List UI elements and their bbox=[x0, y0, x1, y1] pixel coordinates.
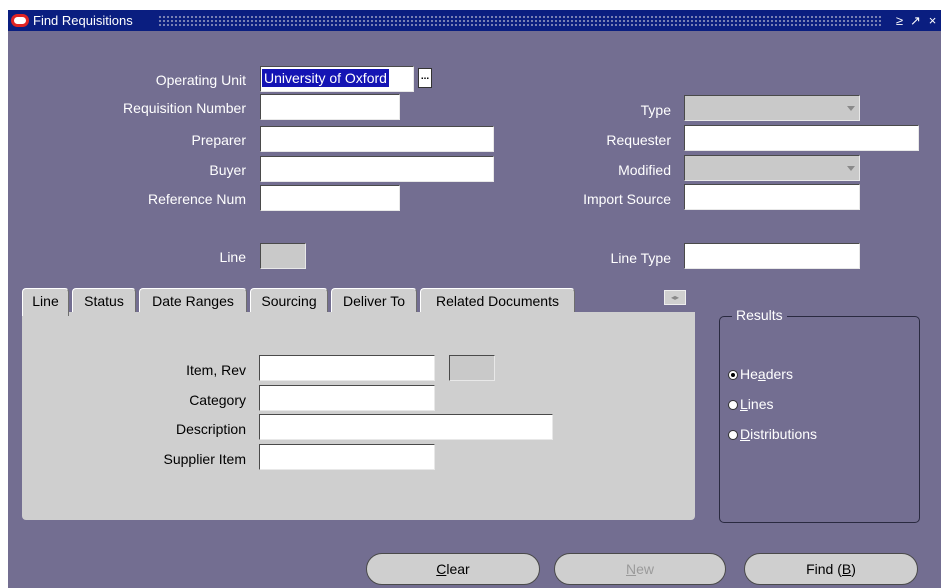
buyer-label: Buyer bbox=[209, 162, 246, 178]
headers-label-post: ders bbox=[765, 366, 793, 382]
type-value bbox=[686, 98, 690, 100]
tab-scroll-arrows-icon[interactable]: ◂▸ bbox=[664, 290, 686, 305]
distributions-label-mnemonic: D bbox=[740, 426, 751, 442]
lines-label-post: ines bbox=[747, 396, 774, 412]
title-bar[interactable]: Find Requisitions ≥ ↗ × bbox=[8, 10, 941, 31]
clear-label-post: lear bbox=[446, 561, 470, 577]
operating-unit-lov-button[interactable]: ... bbox=[418, 68, 432, 88]
description-value bbox=[261, 417, 265, 419]
import-source-field[interactable] bbox=[684, 184, 860, 210]
line-value bbox=[262, 246, 266, 248]
category-label: Category bbox=[189, 392, 246, 408]
new-label-mnemonic: N bbox=[625, 561, 637, 577]
radio-icon[interactable] bbox=[728, 430, 738, 440]
find-button[interactable]: Find (B) bbox=[744, 553, 918, 585]
line-type-label: Line Type bbox=[610, 250, 671, 266]
preparer-value bbox=[262, 129, 266, 131]
operating-unit-field[interactable]: University of Oxford bbox=[260, 66, 414, 92]
item-value bbox=[261, 358, 265, 360]
find-requisitions-window: Find Requisitions ≥ ↗ × Operating Unit U… bbox=[8, 10, 941, 588]
revision-field[interactable] bbox=[449, 355, 495, 381]
category-field[interactable] bbox=[259, 385, 435, 411]
find-label-mnemonic: B bbox=[841, 561, 852, 577]
window-title: Find Requisitions bbox=[33, 13, 133, 28]
operating-unit-value: University of Oxford bbox=[262, 69, 389, 87]
line-type-field[interactable] bbox=[684, 243, 860, 269]
results-group: Results Headers Lines Distributions bbox=[719, 307, 920, 523]
distributions-label-post: istributions bbox=[750, 426, 818, 442]
tab-related-documents[interactable]: Related Documents bbox=[420, 288, 575, 314]
tab-date-ranges[interactable]: Date Ranges bbox=[139, 288, 247, 314]
requester-value bbox=[686, 128, 690, 130]
radio-icon[interactable] bbox=[728, 400, 738, 410]
operating-unit-label: Operating Unit bbox=[155, 72, 246, 88]
requisition-number-field[interactable] bbox=[260, 94, 400, 120]
requester-label: Requester bbox=[606, 132, 671, 148]
results-option-headers[interactable]: Headers bbox=[728, 366, 793, 382]
description-label: Description bbox=[175, 421, 246, 437]
results-title: Results bbox=[732, 307, 787, 323]
new-button[interactable]: New bbox=[554, 553, 726, 585]
modified-dropdown[interactable] bbox=[684, 155, 860, 181]
results-option-lines[interactable]: Lines bbox=[728, 396, 773, 412]
line-label: Line bbox=[219, 249, 246, 265]
results-option-distributions[interactable]: Distributions bbox=[728, 426, 817, 442]
reference-num-value bbox=[262, 188, 266, 190]
radio-selected-icon[interactable] bbox=[728, 370, 738, 380]
clear-button[interactable]: Clear bbox=[366, 553, 540, 585]
oracle-logo-icon bbox=[11, 14, 29, 27]
find-label-pre: Find ( bbox=[806, 561, 842, 577]
title-bar-texture bbox=[158, 15, 881, 26]
import-source-value bbox=[686, 187, 690, 189]
type-dropdown[interactable] bbox=[684, 95, 860, 121]
tab-deliver-to[interactable]: Deliver To bbox=[331, 288, 417, 314]
preparer-field[interactable] bbox=[260, 126, 494, 152]
reference-num-field[interactable] bbox=[260, 185, 400, 211]
headers-label-pre: He bbox=[740, 366, 758, 382]
requisition-number-label: Requisition Number bbox=[123, 100, 246, 116]
tab-line[interactable]: Line bbox=[22, 288, 69, 316]
description-field[interactable] bbox=[259, 414, 553, 440]
tab-status[interactable]: Status bbox=[72, 288, 136, 314]
tab-sourcing[interactable]: Sourcing bbox=[250, 288, 328, 314]
close-icon[interactable]: × bbox=[925, 12, 940, 29]
supplier-item-field[interactable] bbox=[259, 444, 435, 470]
modified-value bbox=[686, 158, 690, 160]
revision-value bbox=[451, 358, 455, 360]
minimize-icon[interactable]: ≥ bbox=[892, 12, 907, 29]
maximize-icon[interactable]: ↗ bbox=[908, 12, 923, 29]
supplier-item-label: Supplier Item bbox=[163, 451, 246, 467]
chevron-down-icon bbox=[847, 166, 855, 171]
line-field[interactable] bbox=[260, 243, 306, 269]
item-rev-label: Item, Rev bbox=[186, 362, 246, 378]
headers-label-mnemonic: a bbox=[757, 366, 766, 382]
find-label-post: ) bbox=[851, 561, 856, 577]
modified-label: Modified bbox=[618, 162, 671, 178]
requisition-number-value bbox=[262, 97, 266, 99]
lines-label-mnemonic: L bbox=[740, 396, 748, 412]
category-value bbox=[261, 388, 265, 390]
chevron-down-icon bbox=[847, 106, 855, 111]
new-label-post: ew bbox=[636, 561, 655, 577]
preparer-label: Preparer bbox=[191, 132, 246, 148]
reference-num-label: Reference Num bbox=[147, 191, 246, 207]
clear-label-mnemonic: C bbox=[436, 561, 447, 577]
item-field[interactable] bbox=[259, 355, 435, 381]
type-label: Type bbox=[640, 102, 671, 118]
supplier-item-value bbox=[261, 447, 265, 449]
import-source-label: Import Source bbox=[583, 191, 671, 207]
buyer-value bbox=[262, 159, 266, 161]
buyer-field[interactable] bbox=[260, 156, 494, 182]
line-type-value bbox=[686, 246, 690, 248]
requester-field[interactable] bbox=[684, 125, 919, 151]
